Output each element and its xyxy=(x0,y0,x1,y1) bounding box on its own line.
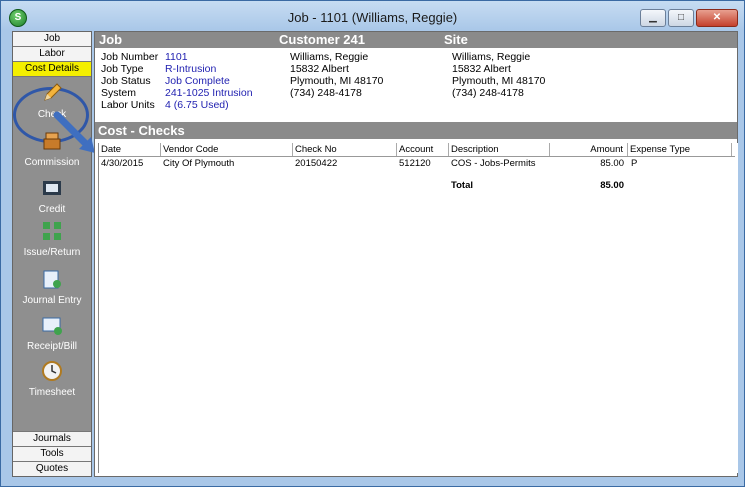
section-header: Cost - Checks xyxy=(95,122,737,139)
sidebar-item-label: Journal Entry xyxy=(22,295,82,306)
site-name: Williams, Reggie xyxy=(452,51,531,63)
sidebar-tab-journals[interactable]: Journals xyxy=(13,431,91,447)
customer-phone: (734) 248-4178 xyxy=(290,87,362,99)
column-header-date[interactable]: Date xyxy=(99,143,161,156)
job-status-value: Job Complete xyxy=(165,75,230,87)
sidebar-item-timesheet[interactable]: Timesheet xyxy=(13,360,91,398)
sidebar-item-label: Receipt/Bill xyxy=(26,341,78,352)
receipt-icon xyxy=(42,317,62,335)
site-city: Plymouth, MI 48170 xyxy=(452,75,546,87)
job-number-value: 1101 xyxy=(165,51,188,63)
title-bar[interactable]: S Job - 1101 (Williams, Reggie) ▁ □ ✕ xyxy=(1,1,744,31)
sidebar-item-issue-return[interactable]: Issue/Return xyxy=(13,220,91,258)
sidebar-tab-cost-details[interactable]: Cost Details xyxy=(13,62,91,77)
main-panel: Job Customer 241 Site Job Number Job Typ… xyxy=(94,31,738,477)
total-label: Total xyxy=(451,180,473,191)
column-header-vendor-code[interactable]: Vendor Code xyxy=(161,143,293,156)
app-window: S Job - 1101 (Williams, Reggie) ▁ □ ✕ Jo… xyxy=(0,0,745,487)
job-number-label: Job Number xyxy=(101,51,159,63)
customer-city: Plymouth, MI 48170 xyxy=(290,75,384,87)
sidebar-tab-labor[interactable]: Labor xyxy=(13,47,91,62)
job-type-label: Job Type xyxy=(101,63,144,75)
info-header: Job Customer 241 Site xyxy=(95,32,737,48)
sidebar-item-label: Credit xyxy=(38,204,66,215)
sidebar-tab-job[interactable]: Job xyxy=(13,32,91,47)
customer-street: 15832 Albert xyxy=(290,63,349,75)
site-heading: Site xyxy=(444,32,468,47)
column-header-description[interactable]: Description xyxy=(449,143,550,156)
checks-grid: Date Vendor Code Check No Account Descri… xyxy=(98,143,738,473)
cell-date: 4/30/2015 xyxy=(101,158,144,169)
cell-expense-type: P xyxy=(631,158,638,169)
job-status-label: Job Status xyxy=(101,75,151,87)
cell-vendor: City Of Plymouth xyxy=(163,158,235,169)
cell-description: COS - Jobs-Permits xyxy=(451,158,536,169)
sidebar-item-label: Issue/Return xyxy=(23,247,81,258)
cell-account: 512120 xyxy=(399,158,431,169)
labor-units-value: 4 (6.75 Used) xyxy=(165,99,229,111)
minimize-button[interactable]: ▁ xyxy=(640,9,666,27)
sidebar: Job Labor Cost Details Check Commission xyxy=(12,31,92,477)
maximize-button[interactable]: □ xyxy=(668,9,694,27)
sidebar-tab-tools[interactable]: Tools xyxy=(13,447,91,462)
sidebar-item-journal-entry[interactable]: Journal Entry xyxy=(13,268,91,306)
grid-header: Date Vendor Code Check No Account Descri… xyxy=(99,143,735,157)
cell-check-no: 20150422 xyxy=(295,158,338,169)
labor-units-label: Labor Units xyxy=(101,99,155,111)
column-header-amount[interactable]: Amount xyxy=(550,143,628,156)
customer-name: Williams, Reggie xyxy=(290,51,369,63)
site-street: 15832 Albert xyxy=(452,63,511,75)
column-header-account[interactable]: Account xyxy=(397,143,449,156)
window-title: Job - 1101 (Williams, Reggie) xyxy=(287,10,458,25)
system-value: 241-1025 Intrusion xyxy=(165,87,253,99)
site-phone: (734) 248-4178 xyxy=(452,87,524,99)
clock-icon xyxy=(42,361,62,381)
pencil-icon xyxy=(44,83,62,101)
swap-arrows-icon xyxy=(43,222,61,240)
column-header-expense-type[interactable]: Expense Type xyxy=(628,143,732,156)
close-button[interactable]: ✕ xyxy=(696,9,738,27)
system-label: System xyxy=(101,87,137,99)
film-strip-icon xyxy=(43,181,61,195)
total-amount: 85.00 xyxy=(600,180,624,191)
job-heading: Job xyxy=(99,32,123,47)
column-header-check-no[interactable]: Check No xyxy=(293,143,397,156)
job-type-value: R-Intrusion xyxy=(165,63,217,75)
client-area: Job Labor Cost Details Check Commission xyxy=(9,31,738,478)
sidebar-item-receipt-bill[interactable]: Receipt/Bill xyxy=(13,314,91,352)
section-title: Cost - Checks xyxy=(98,123,185,138)
journal-icon xyxy=(43,270,61,289)
sidebar-item-label: Timesheet xyxy=(28,387,76,398)
customer-heading: Customer 241 xyxy=(279,32,365,47)
sidebar-tab-quotes[interactable]: Quotes xyxy=(13,462,91,476)
sidebar-item-credit[interactable]: Credit xyxy=(13,177,91,215)
cell-amount: 85.00 xyxy=(600,158,624,169)
